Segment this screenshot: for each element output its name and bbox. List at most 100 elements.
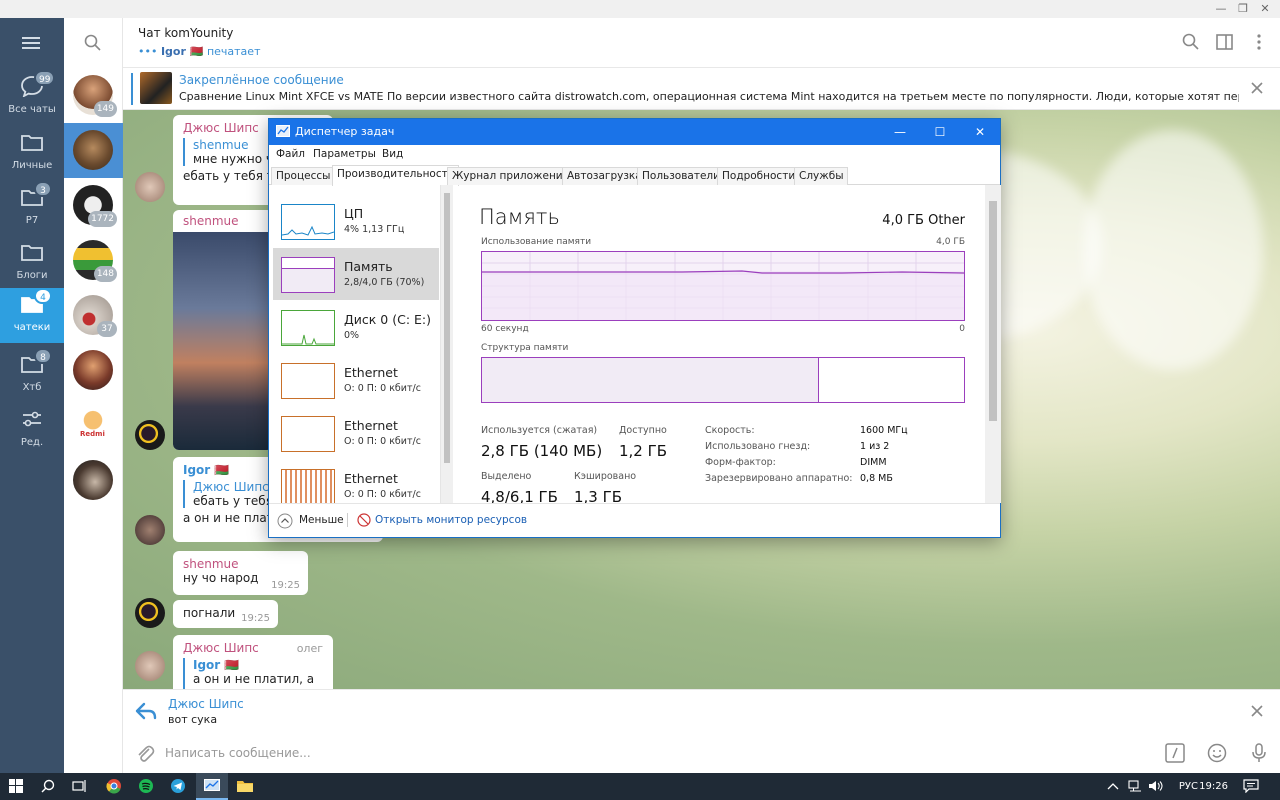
menu-view[interactable]: Вид	[382, 148, 403, 160]
message-bubble[interactable]: shenmue	[173, 210, 273, 450]
resource-memory[interactable]: Память 2,8/4,0 ГБ (70%)	[273, 248, 439, 300]
telegram-taskbar-button[interactable]	[162, 773, 194, 800]
language-indicator[interactable]: РУС	[1179, 773, 1198, 800]
pinned-message[interactable]: Закреплённое сообщение Сравнение Linux M…	[123, 68, 1280, 110]
message-image[interactable]	[173, 232, 273, 450]
minimize-button[interactable]: —	[1210, 1, 1232, 17]
close-window-button[interactable]: ✕	[1254, 1, 1276, 17]
message-sender[interactable]: shenmue	[183, 557, 298, 571]
stat-label: Доступно	[619, 425, 667, 436]
folder-label: чатеки	[13, 322, 51, 333]
spotify-taskbar-button[interactable]	[130, 773, 162, 800]
message-bubble[interactable]: погнали 19:25	[173, 600, 278, 628]
tab-details[interactable]: Подробности	[717, 167, 801, 185]
start-button[interactable]	[0, 773, 32, 800]
tab-services[interactable]: Службы	[794, 167, 849, 185]
chat-item[interactable]: 148	[64, 233, 123, 288]
message-quote[interactable]: Igor 🇧🇾 а он и не платил, а тр	[183, 658, 323, 689]
resource-ethernet[interactable]: Ethernet О: 0 П: 0 кбит/с	[273, 354, 439, 406]
folder-label: Хтб	[22, 382, 42, 393]
chat-item[interactable]: 149	[64, 68, 123, 123]
folder-htb[interactable]: 8 Хтб	[0, 348, 64, 403]
resource-list-scrollbar[interactable]	[441, 185, 453, 503]
emoji-button[interactable]	[1207, 743, 1227, 763]
tab-users[interactable]: Пользователи	[637, 167, 725, 185]
chat-item[interactable]	[64, 343, 123, 398]
message-sender[interactable]: shenmue	[173, 214, 273, 228]
panel-icon	[1216, 34, 1233, 50]
task-manager-titlebar[interactable]: Диспетчер задач — ☐ ✕	[269, 119, 1000, 145]
scrollbar-thumb[interactable]	[989, 201, 997, 421]
search-button[interactable]	[84, 34, 102, 52]
memory-panel-scrollbar[interactable]	[985, 185, 1001, 503]
folder-label: P7	[25, 215, 39, 226]
explorer-taskbar-button[interactable]	[229, 773, 261, 800]
folder-personal[interactable]: Личные	[0, 126, 64, 181]
resource-ethernet[interactable]: Ethernet О: 0 П: 0 кбит/с	[273, 407, 439, 459]
header-search-button[interactable]	[1181, 32, 1201, 52]
folder-label: Блоги	[16, 270, 48, 281]
more-options-button[interactable]	[1249, 32, 1269, 52]
scrollbar-thumb[interactable]	[444, 193, 450, 463]
memory-title: Память	[479, 205, 560, 229]
voice-button[interactable]	[1249, 742, 1269, 764]
restore-button[interactable]: ❐	[1232, 1, 1254, 17]
chat-item[interactable]: 1772	[64, 178, 123, 233]
tm-minimize-button[interactable]: —	[880, 119, 920, 145]
attach-button[interactable]	[135, 743, 155, 763]
message-input[interactable]	[165, 741, 1065, 765]
chrome-taskbar-button[interactable]	[98, 773, 130, 800]
chat-item-active[interactable]	[64, 123, 123, 178]
network-icon[interactable]	[1128, 780, 1142, 792]
cancel-reply-button[interactable]	[1250, 704, 1264, 718]
message-bubble[interactable]: Джюс Шипс олег Igor 🇧🇾 а он и не платил,…	[173, 635, 333, 689]
unread-badge: 37	[97, 321, 117, 337]
chat-item[interactable]: 37	[64, 288, 123, 343]
user-avatar[interactable]	[135, 651, 165, 681]
folder-p7[interactable]: 3 P7	[0, 181, 64, 236]
spec-label: Зарезервировано аппаратно:	[705, 473, 853, 484]
user-avatar[interactable]	[135, 420, 165, 450]
user-avatar[interactable]	[135, 515, 165, 545]
taskbar-clock[interactable]: 19:26	[1199, 773, 1228, 800]
commands-button[interactable]	[1165, 743, 1185, 763]
close-pinned-button[interactable]	[1250, 81, 1264, 95]
user-avatar[interactable]	[135, 172, 165, 202]
menu-options[interactable]: Параметры	[313, 148, 376, 160]
resource-name: Диск 0 (C: E:)	[344, 312, 431, 327]
tab-startup[interactable]: Автозагрузка	[562, 167, 647, 185]
folder-blogs[interactable]: Блоги	[0, 236, 64, 291]
menu-button[interactable]	[22, 36, 42, 50]
notifications-icon[interactable]	[1243, 779, 1259, 793]
unread-badge: 1772	[88, 211, 117, 227]
user-avatar[interactable]	[135, 598, 165, 628]
resource-name: Ethernet	[344, 365, 398, 380]
sidebar-toggle-button[interactable]	[1215, 32, 1235, 52]
chevron-up-icon[interactable]	[1107, 781, 1119, 791]
menu-file[interactable]: Файл	[276, 148, 305, 160]
tm-maximize-button[interactable]: ☐	[920, 119, 960, 145]
folder-chateki[interactable]: 4 чатеки	[0, 288, 64, 343]
resource-disk[interactable]: Диск 0 (C: E:) 0%	[273, 301, 439, 353]
taskbar-search-button[interactable]	[32, 773, 64, 800]
stat-value: 2,8 ГБ (140 МБ)	[481, 442, 603, 460]
chat-item[interactable]: Redmi	[64, 398, 123, 453]
tab-performance[interactable]: Производительность	[332, 165, 459, 186]
task-manager-taskbar-button[interactable]	[196, 773, 228, 800]
task-view-button[interactable]	[64, 773, 96, 800]
task-manager-window[interactable]: Диспетчер задач — ☐ ✕ Файл Параметры Вид…	[268, 118, 1001, 538]
task-manager-icon	[204, 779, 220, 791]
resource-cpu[interactable]: ЦП 4% 1,13 ГГц	[273, 195, 439, 247]
tab-app-history[interactable]: Журнал приложений	[447, 167, 575, 185]
volume-icon[interactable]	[1148, 780, 1164, 792]
tab-processes[interactable]: Процессы	[271, 167, 336, 185]
message-bubble[interactable]: shenmue ну чо народ 19:25	[173, 551, 308, 595]
chat-title[interactable]: Чат komYounity	[138, 26, 233, 40]
task-manager-title: Диспетчер задач	[295, 125, 395, 138]
folder-all-chats[interactable]: 99 Все чаты	[0, 70, 64, 125]
folder-edit[interactable]: Ред.	[0, 403, 64, 458]
pinned-thumbnail	[140, 72, 172, 104]
tm-close-button[interactable]: ✕	[960, 119, 1000, 145]
resource-ethernet[interactable]: Ethernet О: 0 П: 0 кбит/с	[273, 460, 439, 503]
chat-item[interactable]	[64, 453, 123, 508]
